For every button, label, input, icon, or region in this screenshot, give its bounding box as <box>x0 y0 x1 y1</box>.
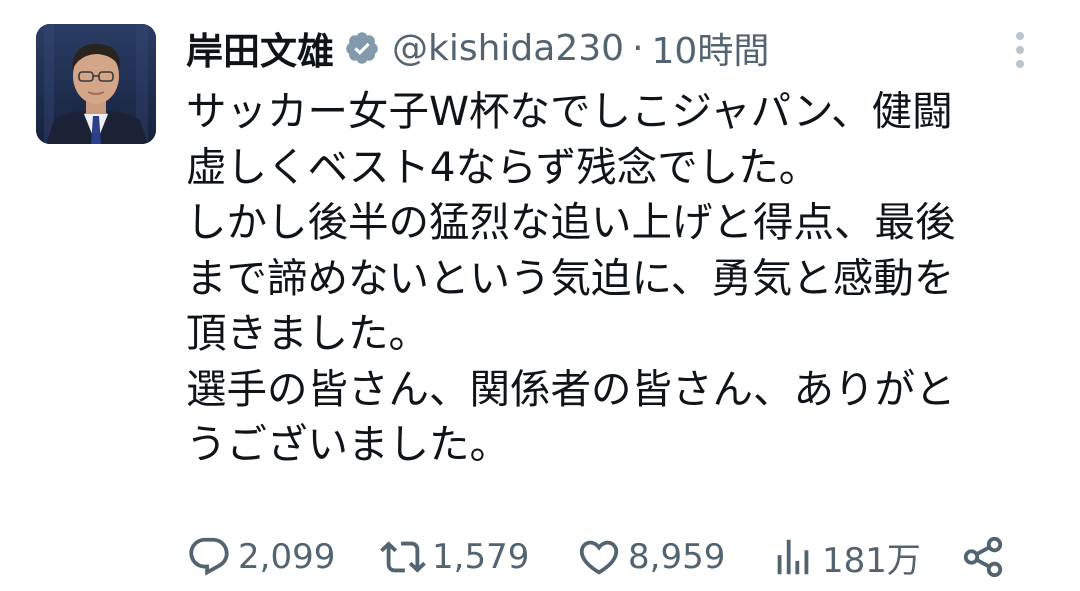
views-icon <box>777 539 809 575</box>
action-bar: 2,099 1,579 8,959 181万 <box>186 530 1046 584</box>
tweet-text-line: 虚しくベスト4ならず残念でした。 <box>186 142 820 191</box>
retweet-count: 1,579 <box>432 537 530 577</box>
tweet-header: 岸田文雄 @kishida230 · 10時間 <box>186 21 770 75</box>
reply-icon <box>189 537 229 576</box>
share-button[interactable] <box>960 530 1006 584</box>
reply-button[interactable]: 2,099 <box>186 530 335 584</box>
verified-badge-icon <box>344 30 380 66</box>
tweet-timestamp[interactable]: 10時間 <box>652 22 770 74</box>
avatar[interactable] <box>36 24 156 144</box>
display-name[interactable]: 岸田文雄 <box>186 21 334 75</box>
like-button[interactable]: 8,959 <box>576 530 725 584</box>
retweet-icon <box>380 541 426 573</box>
views-count: 181万 <box>822 540 921 581</box>
like-count: 8,959 <box>628 537 726 577</box>
more-options-icon[interactable] <box>1006 28 1034 72</box>
tweet: 岸田文雄 @kishida230 · 10時間 サッカー女子W杯なでしこジャパン… <box>0 0 1080 591</box>
tweet-text-line: しかし後半の猛烈な追い上げと得点、最後 <box>186 198 956 246</box>
user-handle[interactable]: @kishida230 <box>392 28 624 69</box>
avatar-image <box>36 24 156 144</box>
retweet-button[interactable]: 1,579 <box>380 530 529 584</box>
views-button[interactable]: 181万 <box>770 530 921 584</box>
separator-dot: · <box>632 27 644 69</box>
tweet-text-line: 頂きました。 <box>186 309 429 357</box>
share-icon <box>963 536 1003 578</box>
tweet-text-line: サッカー女子W杯なでしこジャパン、健闘 <box>186 87 953 135</box>
tweet-text: サッカー女子W杯なでしこジャパン、健闘 虚しくベスト4ならず残念でした。 しかし… <box>186 84 1066 473</box>
tweet-text-line: まで諦めないという気迫に、勇気と感動を <box>186 253 955 302</box>
tweet-text-line: 選手の皆さん、関係者の皆さん、ありがと <box>186 364 956 413</box>
tweet-text-line: うございました。 <box>186 420 510 468</box>
heart-icon <box>579 540 619 575</box>
reply-count: 2,099 <box>238 537 336 577</box>
